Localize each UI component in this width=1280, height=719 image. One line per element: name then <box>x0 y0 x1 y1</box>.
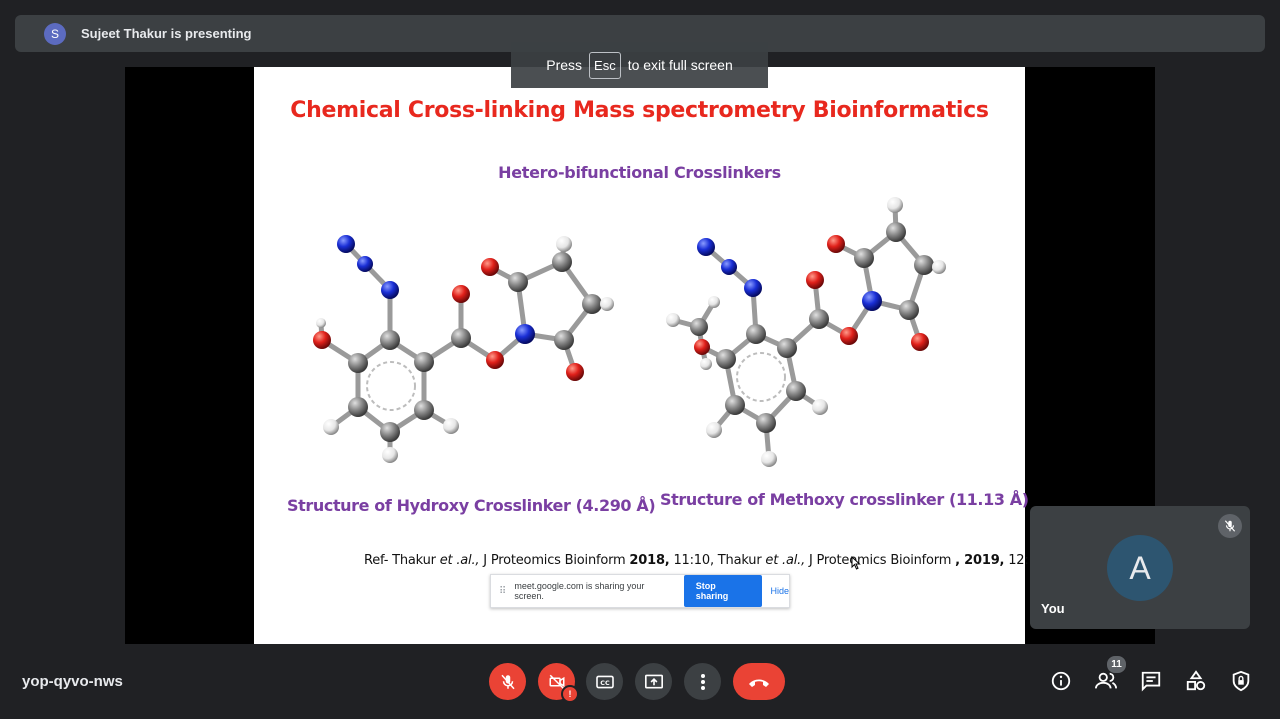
more-vert-icon <box>700 673 705 690</box>
slide: Chemical Cross-linking Mass spectrometry… <box>254 67 1037 644</box>
methoxy-crosslinker-molecule <box>666 197 946 467</box>
camera-toggle-button[interactable]: ! <box>538 663 579 703</box>
esc-tip-rest: to exit full screen <box>627 57 733 73</box>
screen-share-bar: ⠿ meet.google.com is sharing your screen… <box>490 574 790 608</box>
slide-reference: Ref- Thakur et .al., J Proteomics Bioinf… <box>364 553 1037 568</box>
share-message: meet.google.com is sharing your screen. <box>514 581 645 601</box>
exit-fullscreen-tip: Press Esc to exit full screen <box>511 42 768 88</box>
camera-alert-badge: ! <box>561 685 579 703</box>
esc-tip-press: Press <box>546 57 583 73</box>
self-video-tile[interactable]: A You <box>1030 506 1250 629</box>
present-now-button[interactable] <box>635 663 672 700</box>
slide-subtitle: Hetero-bifunctional Crosslinkers <box>498 163 781 182</box>
shapes-icon <box>1186 670 1206 691</box>
more-options-button[interactable] <box>684 663 721 700</box>
present-screen-icon <box>644 674 663 689</box>
presentation-stage: Chemical Cross-linking Mass spectrometry… <box>125 67 1155 644</box>
hydroxy-crosslinker-molecule <box>313 235 614 463</box>
drag-handle-icon[interactable]: ⠿ <box>499 586 506 597</box>
caption-hydroxy: Structure of Hydroxy Crosslinker (4.290 … <box>287 496 656 515</box>
activities-button[interactable] <box>1183 668 1209 694</box>
mic-off-icon <box>500 674 515 689</box>
chat-icon <box>1141 671 1161 692</box>
meeting-details-button[interactable] <box>1048 668 1074 694</box>
slide-title: Chemical Cross-linking Mass spectrometry… <box>290 98 989 123</box>
hide-button[interactable]: Hide <box>770 586 789 596</box>
cursor-icon <box>851 556 861 570</box>
esc-key: Esc <box>589 51 621 79</box>
presenter-avatar: S <box>44 22 66 45</box>
end-call-icon <box>749 679 769 687</box>
chat-button[interactable] <box>1138 668 1164 694</box>
captions-button[interactable]: CC <box>586 663 623 700</box>
meeting-code: yop-qyvo-nws <box>22 673 123 690</box>
participants-count-badge: 11 <box>1106 655 1127 674</box>
presenting-label: Sujeet Thakur is presenting <box>81 26 252 41</box>
svg-text:CC: CC <box>600 679 610 687</box>
mic-toggle-button[interactable] <box>489 663 526 700</box>
host-controls-button[interactable] <box>1228 668 1254 694</box>
shield-lock-icon <box>1232 670 1250 692</box>
muted-mic-icon <box>1218 514 1242 538</box>
caption-methoxy: Structure of Methoxy crosslinker (11.13 … <box>660 490 1029 509</box>
stop-sharing-button[interactable]: Stop sharing <box>683 575 763 607</box>
info-icon <box>1051 671 1071 691</box>
closed-captions-icon: CC <box>595 675 614 688</box>
self-avatar: A <box>1107 535 1173 601</box>
self-name: You <box>1041 601 1065 616</box>
leave-call-button[interactable] <box>733 663 785 700</box>
